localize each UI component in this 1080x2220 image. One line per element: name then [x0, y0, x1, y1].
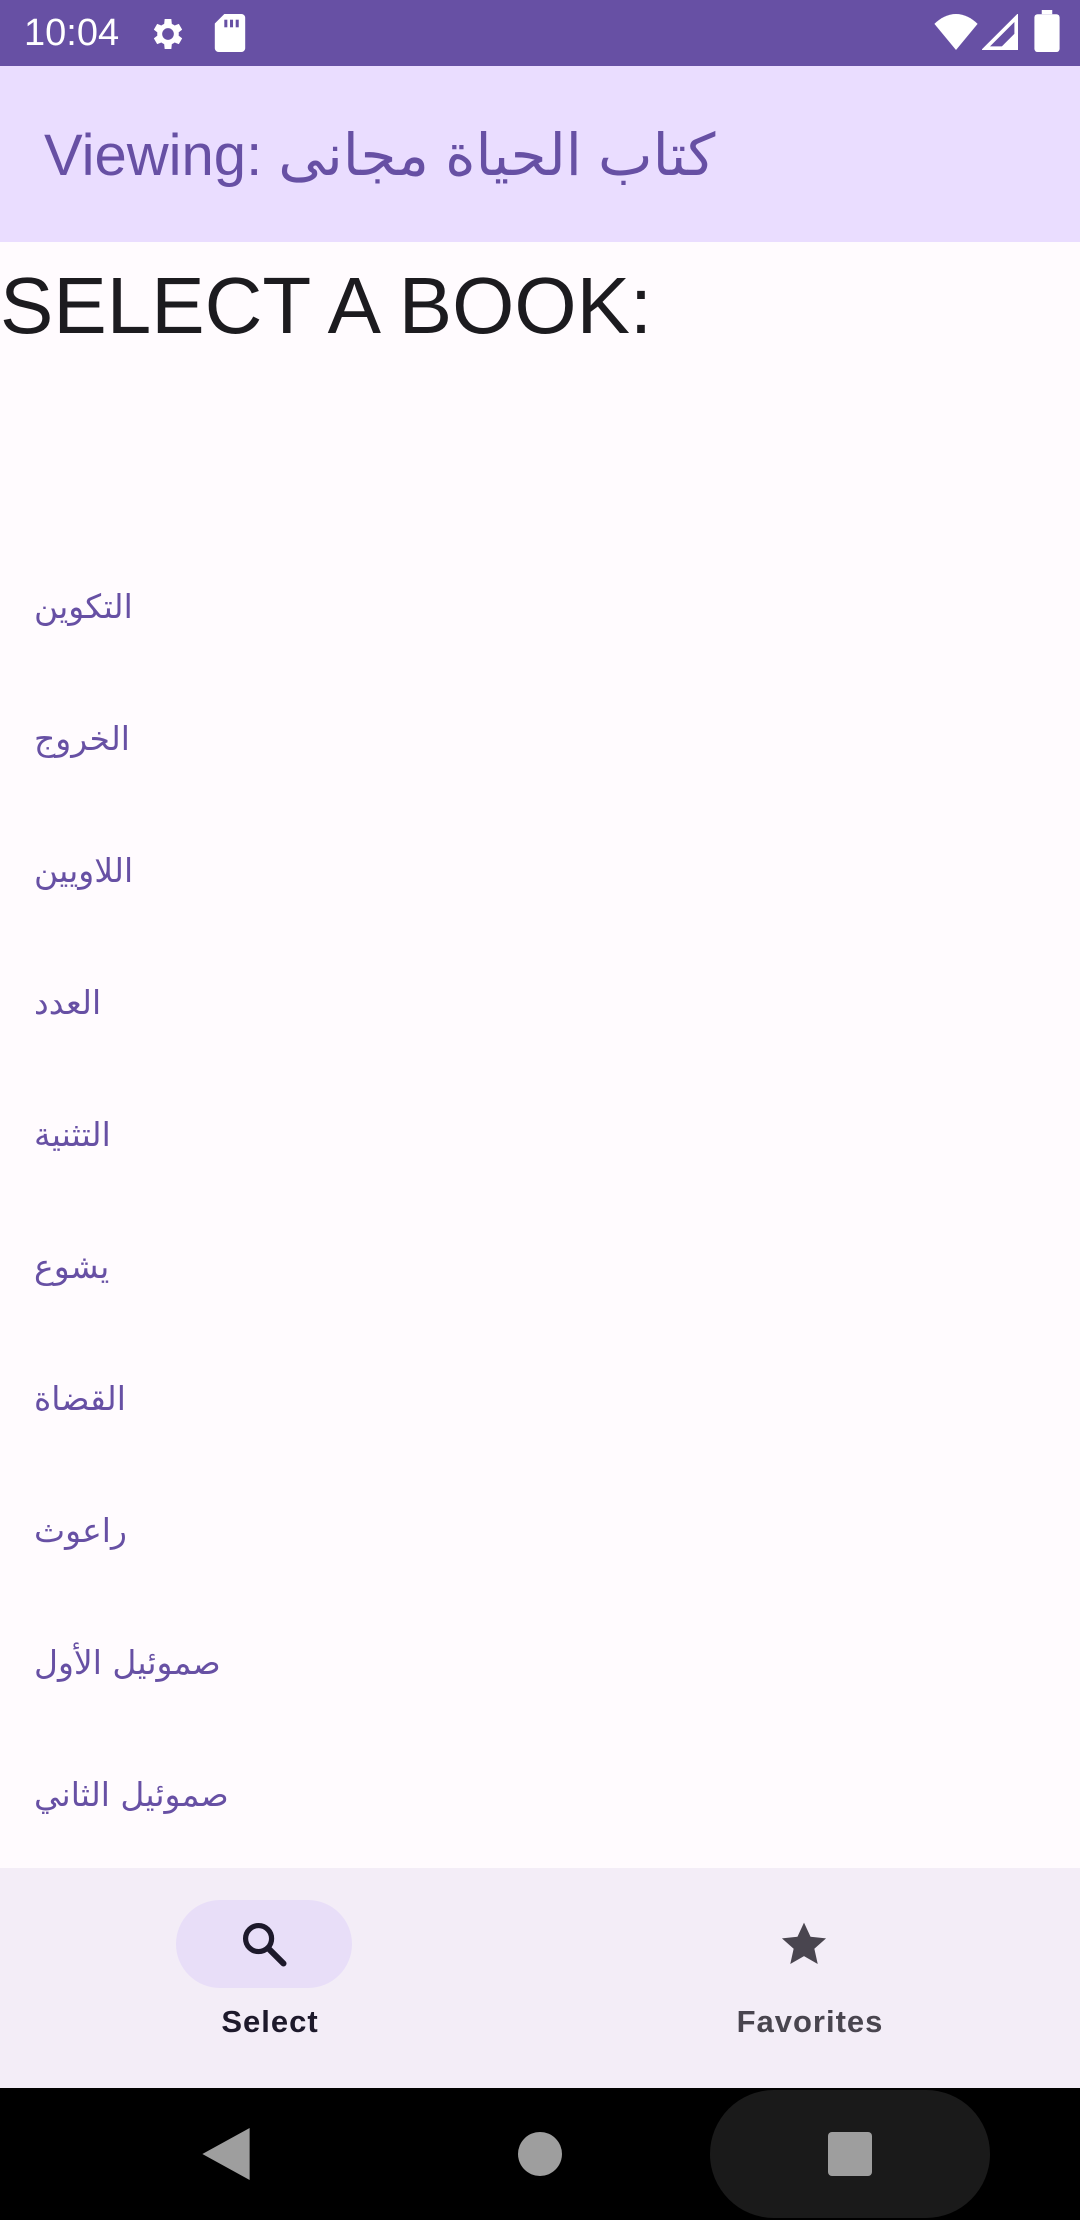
book-item-judges[interactable]: القضاة [0, 1332, 1080, 1464]
book-label: صموئيل الأول [34, 1642, 221, 1682]
book-item-exodus[interactable]: الخروج [0, 672, 1080, 804]
nav-label-favorites: Favorites [736, 2004, 884, 2039]
sd-card-icon [214, 14, 246, 52]
book-label: التكوين [34, 586, 133, 626]
book-label: صموئيل الثاني [34, 1774, 229, 1814]
app-bar-title: Viewing: كتاب الحياة مجانى [44, 123, 716, 188]
nav-item-favorites[interactable]: Favorites [540, 1868, 1080, 2088]
page-title: SELECT A BOOK: [0, 261, 653, 350]
app-bar: Viewing: كتاب الحياة مجانى [0, 66, 1080, 242]
bottom-navigation: Select Favorites [0, 1868, 1080, 2088]
gear-icon [153, 19, 183, 49]
nav-icon-container [716, 1900, 892, 1988]
book-item-joshua[interactable]: يشوع [0, 1200, 1080, 1332]
book-selection-screen: SELECT A BOOK: التكوين الخروج اللاويين ا… [0, 242, 1080, 1868]
recents-icon[interactable] [828, 2132, 872, 2176]
system-navigation-bar [0, 2088, 1080, 2220]
book-label: القضاة [34, 1378, 126, 1418]
nav-label-select: Select [221, 2004, 319, 2039]
book-item-2-samuel[interactable]: صموئيل الثاني [0, 1728, 1080, 1860]
back-icon[interactable] [202, 2128, 250, 2180]
book-item-deuteronomy[interactable]: التثنية [0, 1068, 1080, 1200]
signal-icon [982, 14, 1018, 50]
book-label: يشوع [34, 1246, 110, 1286]
home-icon[interactable] [518, 2132, 562, 2176]
status-time: 10:04 [24, 12, 120, 54]
nav-item-select[interactable]: Select [0, 1868, 540, 2088]
book-label: راعوث [34, 1510, 127, 1550]
battery-icon [1034, 10, 1060, 52]
book-item-ruth[interactable]: راعوث [0, 1464, 1080, 1596]
nav-active-indicator [176, 1900, 352, 1988]
book-label: اللاويين [34, 850, 134, 890]
book-item-1-samuel[interactable]: صموئيل الأول [0, 1596, 1080, 1728]
book-list: التكوين الخروج اللاويين العدد التثنية يش… [0, 540, 1080, 1860]
search-icon [242, 1922, 287, 1967]
book-item-leviticus[interactable]: اللاويين [0, 804, 1080, 936]
wifi-icon [934, 14, 978, 50]
book-label: العدد [34, 982, 102, 1022]
book-item-genesis[interactable]: التكوين [0, 540, 1080, 672]
status-bar: 10:04 [0, 0, 1080, 66]
book-item-numbers[interactable]: العدد [0, 936, 1080, 1068]
book-label: الخروج [34, 718, 130, 758]
star-icon [781, 1922, 827, 1965]
book-label: التثنية [34, 1114, 111, 1154]
